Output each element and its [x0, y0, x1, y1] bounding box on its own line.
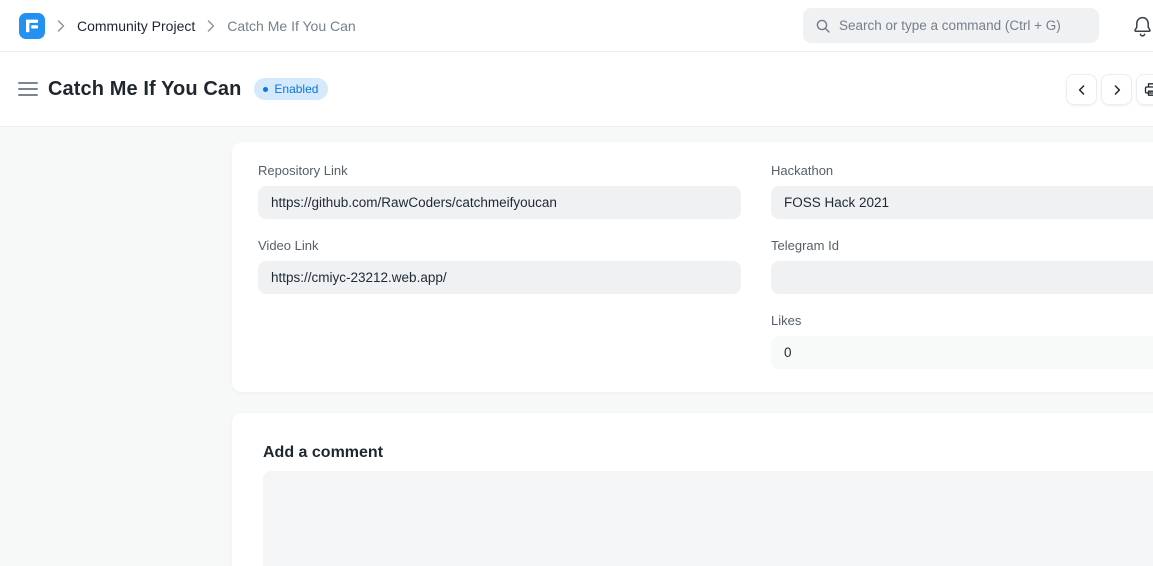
search-input[interactable] — [839, 18, 1087, 33]
field-label: Likes — [771, 313, 1153, 329]
field-telegram-id: Telegram Id — [771, 238, 1153, 294]
field-label: Repository Link — [258, 163, 741, 179]
chevron-right-icon — [207, 20, 215, 32]
notifications-bell-icon[interactable] — [1132, 15, 1153, 37]
form-grid: Repository Link Hackathon Video Link Tel… — [258, 163, 1153, 369]
field-hackathon: Hackathon — [771, 163, 1153, 219]
comment-section-card: Add a comment — [232, 413, 1153, 566]
video-link-input[interactable] — [258, 261, 741, 294]
breadcrumb-community-project[interactable]: Community Project — [77, 18, 195, 34]
previous-document-button[interactable] — [1066, 74, 1097, 105]
top-navbar: Community Project Catch Me If You Can — [0, 0, 1153, 52]
comment-section-heading: Add a comment — [263, 443, 1153, 462]
frappe-logo-icon[interactable] — [19, 13, 45, 39]
search-icon — [815, 18, 831, 34]
field-label: Video Link — [258, 238, 741, 254]
status-badge-label: Enabled — [274, 82, 318, 96]
breadcrumb-current-doc[interactable]: Catch Me If You Can — [227, 18, 355, 34]
print-button[interactable] — [1136, 74, 1153, 105]
likes-input — [771, 336, 1153, 369]
field-video-link: Video Link — [258, 238, 741, 294]
comment-input[interactable] — [263, 471, 1153, 566]
field-label: Telegram Id — [771, 238, 1153, 254]
page-header: Catch Me If You Can Enabled — [0, 52, 1153, 127]
field-repository-link: Repository Link — [258, 163, 741, 219]
chevron-right-icon — [57, 20, 65, 32]
hackathon-input[interactable] — [771, 186, 1153, 219]
field-label: Hackathon — [771, 163, 1153, 179]
page-title: Catch Me If You Can — [48, 78, 241, 101]
status-badge: Enabled — [254, 78, 328, 100]
main-content: Repository Link Hackathon Video Link Tel… — [0, 127, 1153, 566]
header-actions — [1066, 74, 1153, 105]
telegram-id-input[interactable] — [771, 261, 1153, 294]
field-likes: Likes — [771, 313, 1153, 369]
status-dot-icon — [263, 87, 268, 92]
next-document-button[interactable] — [1101, 74, 1132, 105]
repository-link-input[interactable] — [258, 186, 741, 219]
sidebar-toggle-button[interactable] — [18, 82, 38, 96]
global-search[interactable] — [803, 8, 1099, 43]
form-section-card: Repository Link Hackathon Video Link Tel… — [232, 142, 1153, 392]
